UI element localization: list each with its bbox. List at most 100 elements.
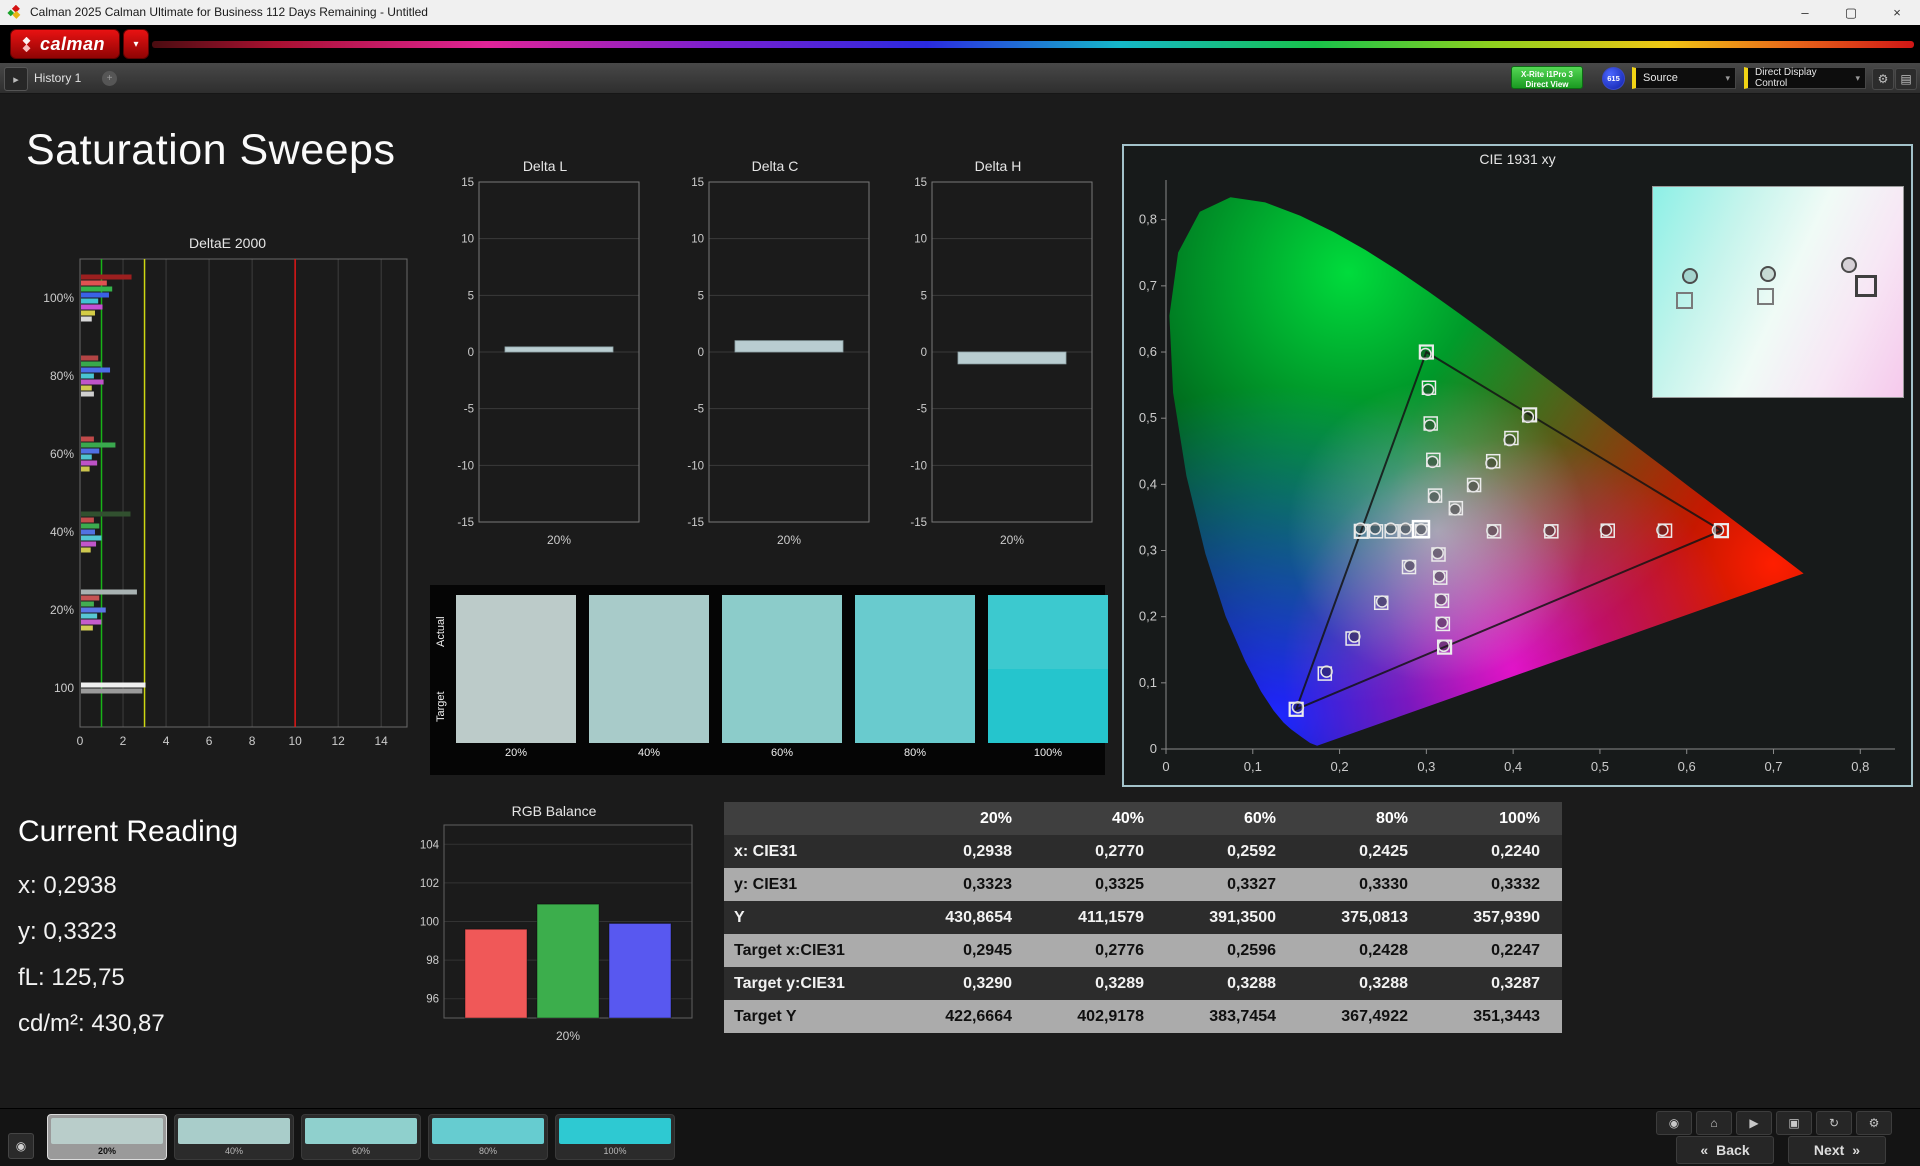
table-cell: 0,2592	[1166, 835, 1298, 868]
tab-history-1[interactable]: History 1	[34, 63, 81, 93]
cie-measured-point	[1435, 616, 1449, 629]
close-button[interactable]: ×	[1874, 0, 1920, 25]
save-icon-button[interactable]: ▣	[1776, 1111, 1812, 1135]
title-bar: Calman 2025 Calman Ultimate for Business…	[0, 0, 1920, 26]
swatch-cell	[589, 595, 709, 743]
calman-logo[interactable]: calman	[10, 29, 121, 59]
table-cell: 411,1579	[1034, 901, 1166, 934]
table-cell: 422,6664	[902, 1000, 1034, 1033]
toolbar: ▸ History 1 + X-Rite i1Pro 3 Direct View…	[0, 63, 1920, 94]
deltae-bar	[81, 385, 92, 391]
table-corner-cell	[724, 802, 902, 835]
tick-label: -10	[457, 460, 474, 472]
deltae-chart-plot: 0 2 4 6 8 10 12 14 100% 80% 60% 40% 20% 100	[43, 258, 408, 748]
deltae-bar	[81, 466, 90, 472]
tick-label: 100%	[43, 291, 74, 305]
bottom-swatch-20%[interactable]: 20%	[47, 1114, 167, 1160]
tick-label: 20%	[1000, 533, 1024, 547]
calman-menu-dropdown[interactable]: ▾	[123, 29, 150, 59]
tick-label: 12	[331, 734, 345, 748]
cie-measured-point	[1711, 523, 1725, 537]
cie-measured-point	[1503, 433, 1516, 447]
deltae-bar	[81, 280, 107, 286]
workspace-panel-button[interactable]: ▤	[1895, 68, 1917, 90]
chevron-down-icon: ▾	[1725, 72, 1730, 83]
patch-preview-eye-button[interactable]: ◉	[8, 1133, 34, 1159]
inset-target-square	[1676, 292, 1694, 310]
calman-menu[interactable]: calman ▾	[10, 29, 150, 59]
cie-measured-point	[1437, 639, 1450, 653]
cie-measured-point	[1448, 503, 1462, 516]
rgb-bar	[536, 903, 600, 1019]
tick-label: 8	[249, 734, 256, 748]
deltae-bar	[81, 517, 94, 523]
bottom-swatch-60%[interactable]: 60%	[301, 1114, 421, 1160]
delta-bar	[957, 351, 1067, 365]
back-button[interactable]: « Back	[1676, 1136, 1774, 1164]
bottom-swatch-color	[51, 1118, 163, 1144]
swatch-label: 20%	[504, 747, 528, 759]
rgb-balance-chart: RGB Balance 104 102 100 98 96 20%	[408, 803, 700, 1065]
meter-status-badge: 615	[1602, 67, 1625, 90]
deltae-2000-chart: DeltaE 2000 0 2 4 6 8 10 12 14 100% 80% 60% 40% 20% 1…	[40, 235, 415, 770]
cie-measured-point	[1423, 419, 1437, 432]
tick-label: 96	[426, 994, 439, 1006]
swatch-cell	[722, 595, 842, 743]
minimize-button[interactable]: –	[1782, 0, 1828, 25]
play-icon-button[interactable]: ▶	[1736, 1111, 1772, 1135]
inset-target-square	[1855, 275, 1878, 298]
table-col-header: 60%	[1166, 802, 1298, 835]
target-swatch	[456, 669, 576, 743]
swatch-label: 60%	[770, 747, 794, 759]
bottom-swatch-80%[interactable]: 80%	[428, 1114, 548, 1160]
table-cell: 0,3289	[1034, 967, 1166, 1000]
eye-icon-button[interactable]: ◉	[1656, 1111, 1692, 1135]
deltae-bar	[81, 511, 131, 517]
swatch-cell	[855, 595, 975, 743]
tick-label: 0	[698, 347, 704, 359]
calman-logo-text: calman	[40, 33, 106, 54]
gear-icon-button[interactable]: ⚙	[1856, 1111, 1892, 1135]
tick-label: 0,6	[1678, 759, 1696, 774]
table-row-label: Y	[724, 901, 902, 934]
meter-select-button[interactable]: X-Rite i1Pro 3 Direct View	[1511, 66, 1583, 89]
source-dropdown[interactable]: Source ▾	[1632, 67, 1736, 89]
delta-c-chart: Delta C 15 10 5 0 -5 -10 -15 20%	[675, 158, 875, 560]
history-add-button[interactable]: +	[102, 71, 117, 86]
refresh-icon-button[interactable]: ↻	[1816, 1111, 1852, 1135]
app-window: Calman 2025 Calman Ultimate for Business…	[0, 0, 1920, 1166]
deltae-bar	[81, 436, 94, 442]
maximize-button[interactable]: ▢	[1828, 0, 1874, 25]
table-cell: 402,9178	[1034, 1000, 1166, 1033]
tick-label: 5	[921, 290, 927, 302]
display-control-dropdown[interactable]: Direct Display Control ▾	[1744, 67, 1866, 89]
deltae-chart-title: DeltaE 2000	[188, 235, 267, 251]
tick-label: 20%	[556, 1029, 580, 1043]
settings-gear-button[interactable]: ⚙	[1872, 68, 1894, 90]
cie-measured-point	[1421, 383, 1435, 396]
bottom-swatch-color	[432, 1118, 544, 1144]
table-cell: 0,3323	[902, 868, 1034, 901]
tick-label: 10	[461, 234, 474, 246]
tick-label: 0	[921, 347, 927, 359]
tick-label: 80%	[50, 369, 74, 383]
bottom-swatch-40%[interactable]: 40%	[174, 1114, 294, 1160]
tick-label: 0,4	[1504, 759, 1522, 774]
app-icon	[7, 5, 21, 19]
home-icon-button[interactable]: ⌂	[1696, 1111, 1732, 1135]
table-cell: 0,3287	[1430, 967, 1562, 1000]
history-expand-button[interactable]: ▸	[4, 67, 28, 91]
next-button[interactable]: Next »	[1788, 1136, 1886, 1164]
bottom-swatch-100%[interactable]: 100%	[555, 1114, 675, 1160]
table-cell: 0,2240	[1430, 835, 1562, 868]
tick-label: 0,1	[1139, 675, 1157, 690]
cie-measured-point	[1433, 570, 1446, 583]
tick-label: 0,8	[1139, 212, 1157, 227]
display-control-label: Direct Display Control	[1755, 67, 1817, 89]
cie-measured-point	[1543, 524, 1556, 537]
delta-h-plot: 15 10 5 0 -5 -10 -15 20%	[910, 177, 1093, 547]
cie-measured-point	[1434, 593, 1448, 606]
bottom-swatch-label: 40%	[224, 1146, 243, 1156]
deltae-bar	[81, 286, 113, 292]
chevron-down-icon: ▾	[133, 38, 139, 50]
